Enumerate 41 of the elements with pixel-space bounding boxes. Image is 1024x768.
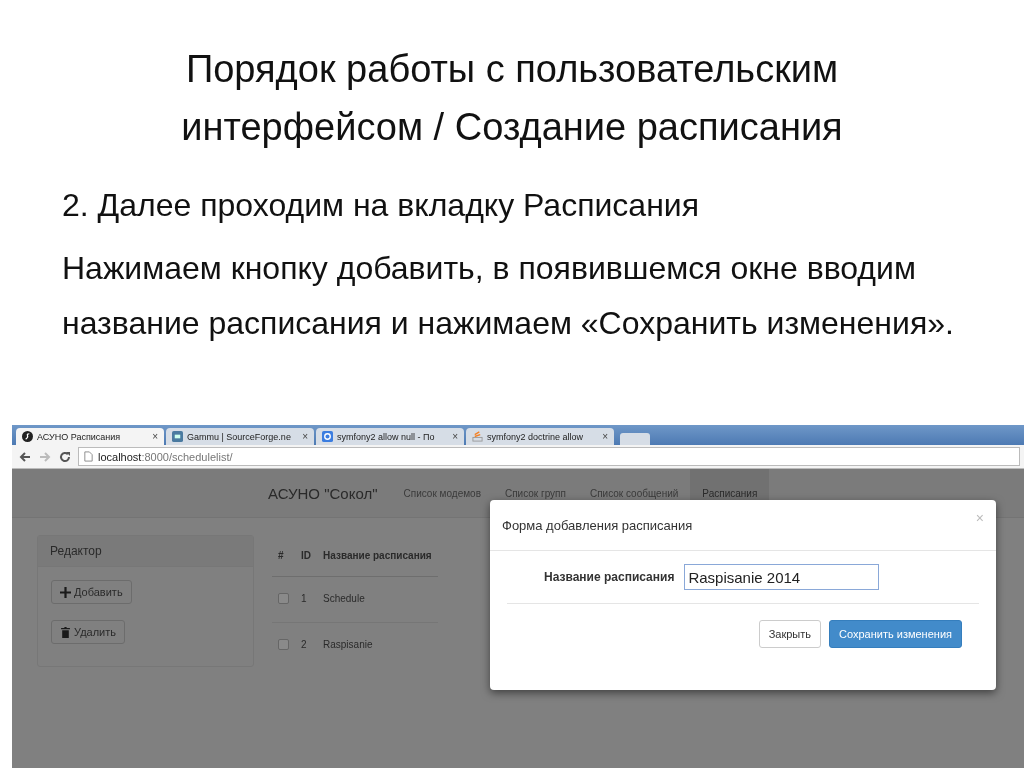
close-button[interactable]: Закрыть [758,620,822,648]
new-tab-button[interactable] [620,433,650,445]
row-checkbox[interactable] [278,593,289,605]
table-cell: Schedule [317,576,438,623]
site-logo-icon [472,431,483,442]
plus-icon [60,586,71,598]
column-header: ID [295,535,317,577]
browser-tab[interactable]: symfony2 allow null - По × [316,428,464,445]
panel-title: Редактор [50,544,102,558]
input-field[interactable]: Raspisanie 2014 [684,564,880,590]
reload-icon[interactable] [58,449,72,464]
row-checkbox[interactable] [278,638,289,650]
delete-button[interactable]: Удалить [51,620,125,644]
browser-tab[interactable]: АСУНО Расписания × [16,428,164,445]
forward-icon[interactable] [38,449,52,464]
slide-text: 2. Далее проходим на вкладку Расписания [62,186,700,225]
save-button[interactable]: Сохранить изменения [829,620,962,648]
site-logo-icon [22,431,33,442]
back-icon[interactable] [18,449,32,464]
table-cell: 2 [295,622,317,667]
browser-tab[interactable]: symfony2 doctrine allow × [466,428,614,445]
slide-text: Нажимаем кнопку добавить, в появившемся окне вводим название расписания и нажимаем «Сохранить изменения». [62,249,955,343]
browser-tab[interactable]: Gammu | SourceForge.ne × [166,428,314,445]
site-logo-icon [172,431,183,442]
trash-icon [60,626,71,638]
modal-title: Форма добавления расписания [502,517,693,533]
add-button[interactable]: Добавить [51,580,132,604]
address-bar[interactable]: localhost:8000/schedulelist/ [78,447,1020,466]
table-cell: Raspisanie [317,622,438,667]
table-cell: 1 [295,576,317,623]
page-icon [83,451,94,462]
slide-title: интерфейсом / Создание расписания [181,105,843,150]
close-icon[interactable]: × [602,431,608,442]
close-icon[interactable]: × [152,431,158,442]
column-header: Название расписания [317,535,438,577]
site-logo-icon [322,431,333,442]
close-icon[interactable]: × [302,431,308,442]
column-header: # [272,535,295,577]
field-label: Название расписания [544,570,675,584]
slide-title: Порядок работы с пользовательским [185,47,839,92]
close-icon[interactable]: × [452,431,458,442]
